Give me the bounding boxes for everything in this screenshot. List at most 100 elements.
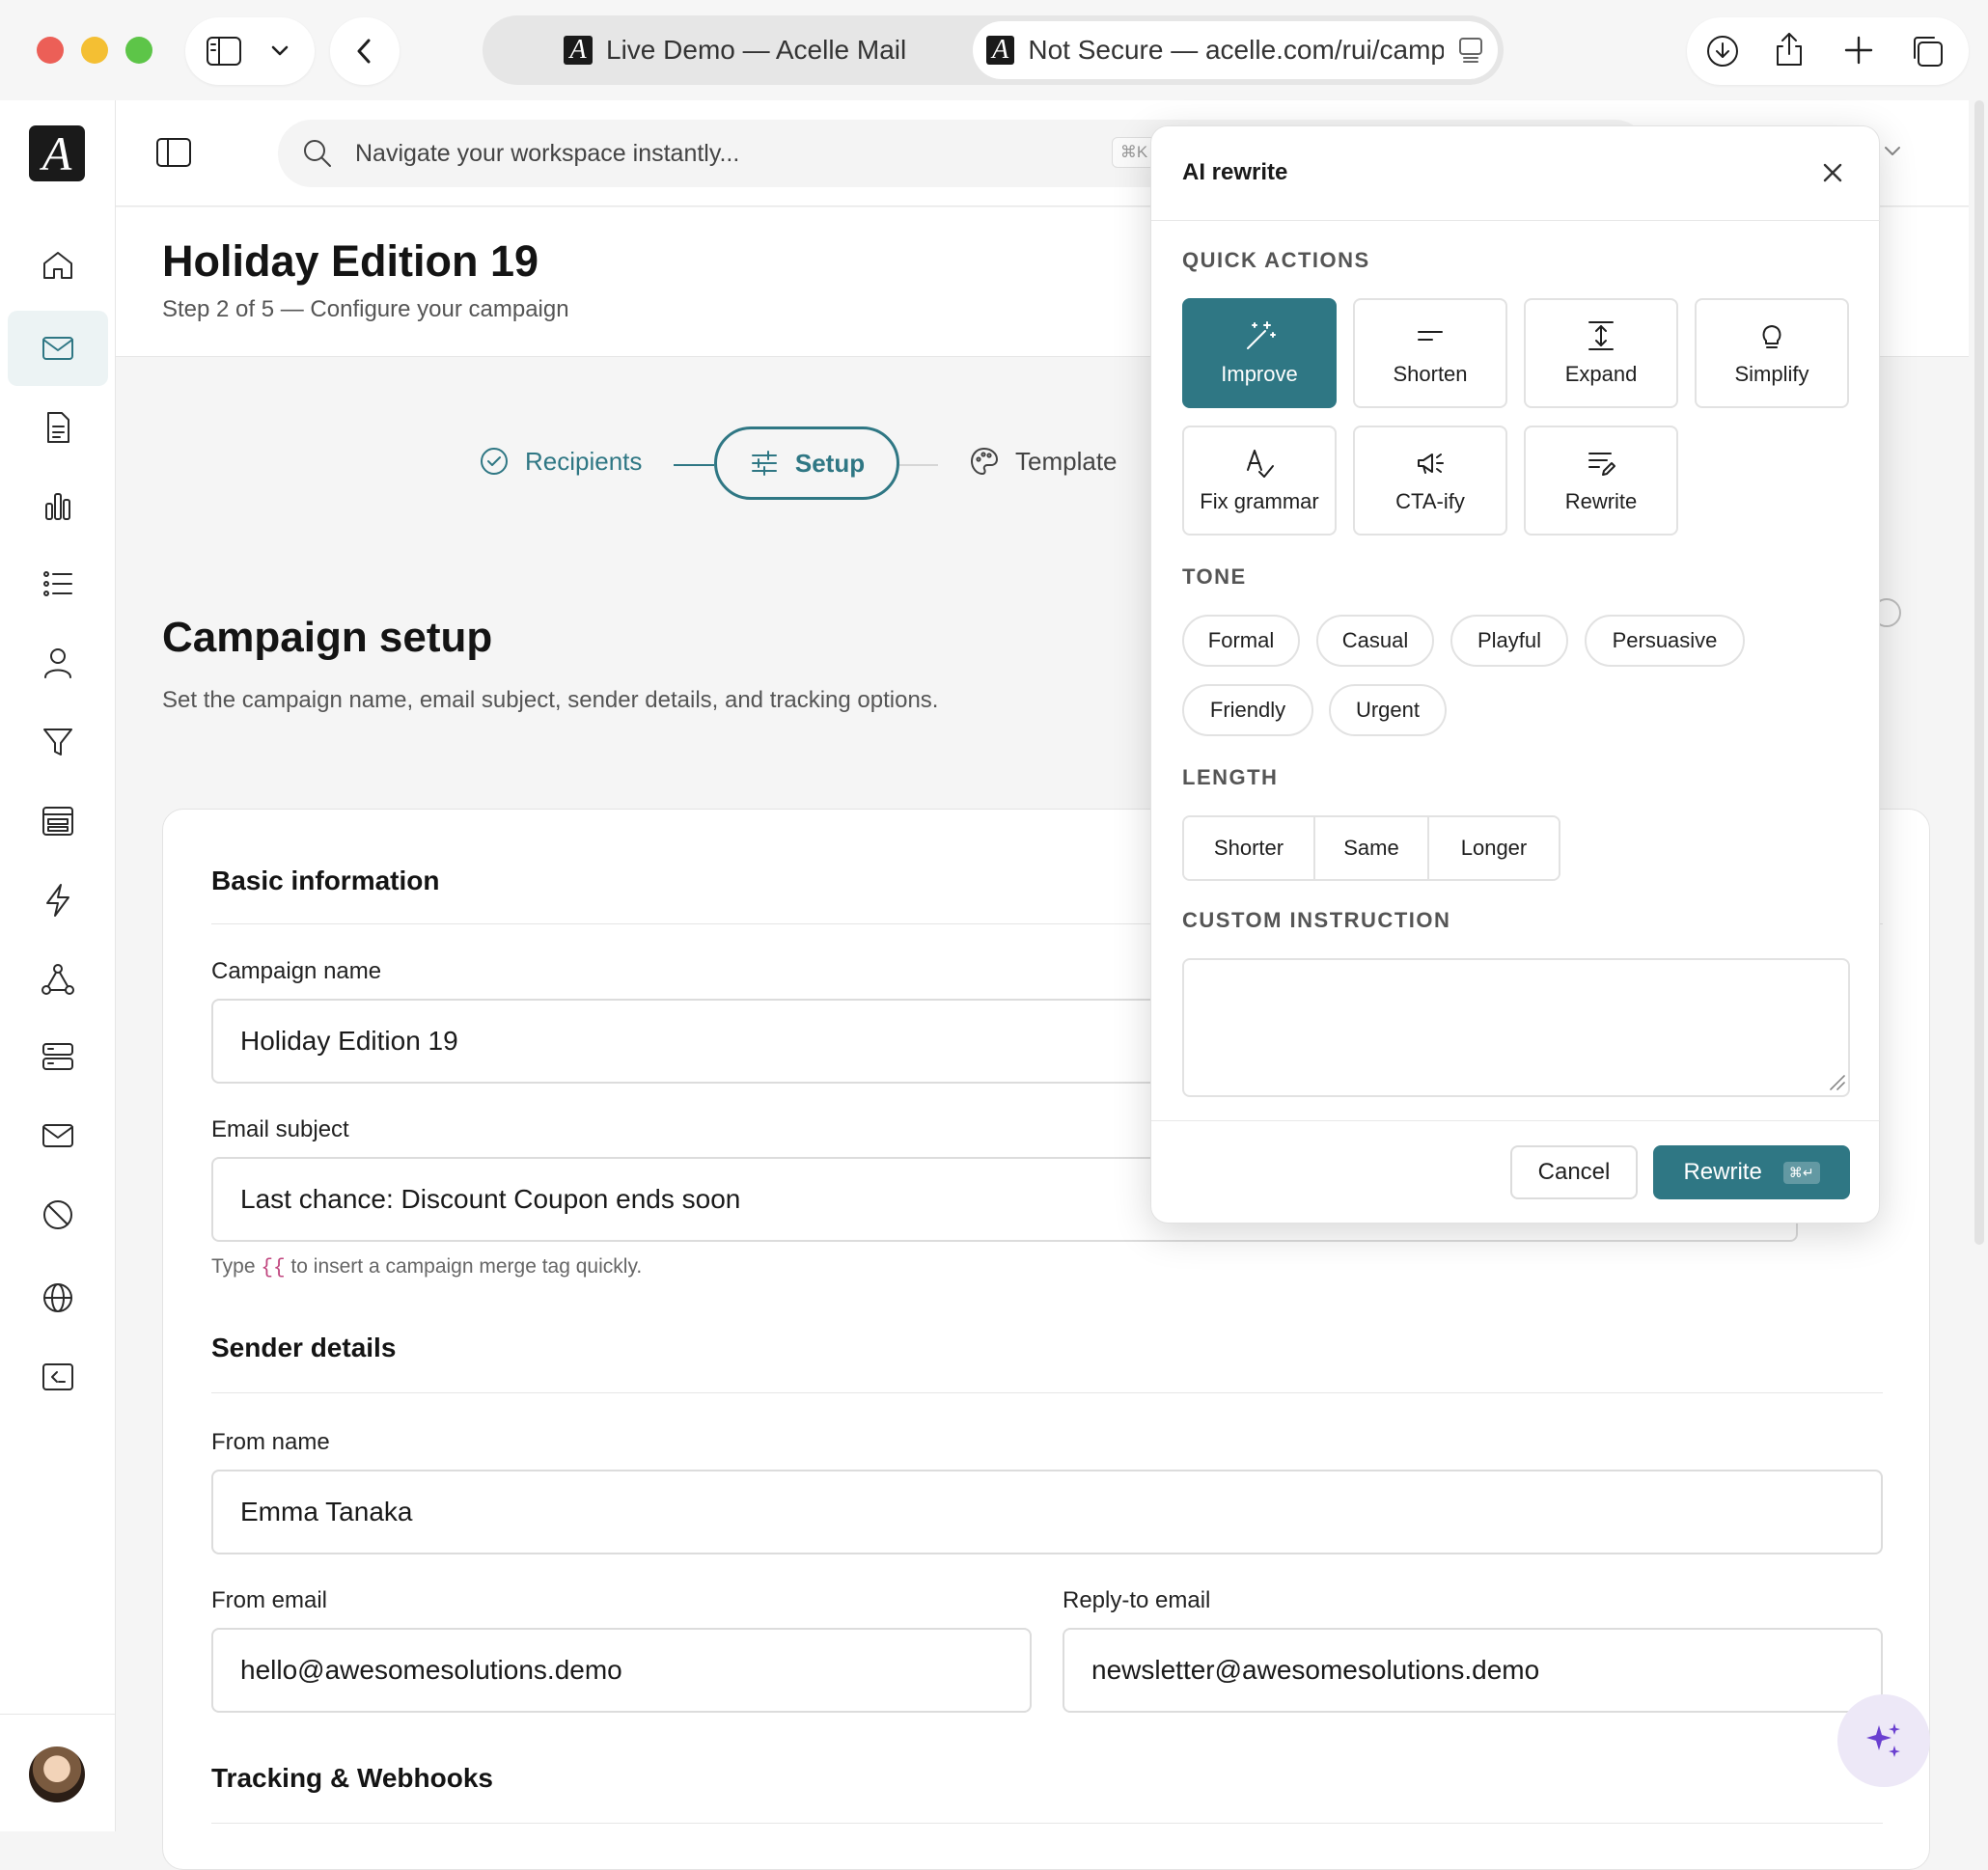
template-icon <box>40 803 76 839</box>
close-button[interactable] <box>1813 153 1852 192</box>
minimize-window-button[interactable] <box>81 37 108 64</box>
hint-text: to insert a campaign merge tag quickly. <box>285 1255 643 1278</box>
acelle-favicon: A <box>986 36 1015 65</box>
sender-details-title: Sender details <box>211 1333 397 1362</box>
simplify-button[interactable]: Simplify <box>1695 298 1849 408</box>
improve-button[interactable]: Improve <box>1182 298 1337 408</box>
envelope-icon <box>40 1117 76 1154</box>
tab-title: Not Secure — acelle.com/rui/campa <box>1028 35 1444 65</box>
sidebar-item-automations[interactable] <box>8 863 108 938</box>
campaign-name-label: Campaign name <box>211 958 382 984</box>
page-title: Holiday Edition 19 <box>162 236 539 286</box>
sidebar-item-lists[interactable] <box>8 546 108 621</box>
back-button[interactable] <box>330 17 400 85</box>
terminal-icon <box>40 1359 76 1395</box>
maximize-window-button[interactable] <box>125 37 152 64</box>
rewrite-action-label: Rewrite <box>1564 489 1638 513</box>
step-recipients[interactable]: Recipients <box>479 446 642 477</box>
expand-button[interactable]: Expand <box>1524 298 1678 408</box>
close-window-button[interactable] <box>37 37 64 64</box>
length-same-button[interactable]: Same <box>1315 817 1429 879</box>
palette-icon <box>969 446 1000 477</box>
network-icon <box>40 961 76 998</box>
expand-label: Expand <box>1564 362 1638 386</box>
list-icon <box>40 565 76 602</box>
merge-tag-hint: Type {{ to insert a campaign merge tag q… <box>211 1255 642 1279</box>
merge-tag: {{ <box>261 1257 286 1279</box>
filter-icon <box>40 724 76 760</box>
download-icon[interactable] <box>1704 33 1741 69</box>
quick-actions-label: QUICK ACTIONS <box>1182 248 1370 272</box>
sidebar-item-templates[interactable] <box>8 784 108 859</box>
sidebar-item-api[interactable] <box>8 1339 108 1415</box>
reader-icon[interactable] <box>1457 36 1484 65</box>
step-setup[interactable]: Setup <box>714 426 899 500</box>
sparkles-icon <box>1863 1719 1905 1762</box>
sidebar-item-email-verification[interactable] <box>8 1098 108 1173</box>
browser-sidebar-icon[interactable] <box>205 35 243 68</box>
sidebar-item-workflows[interactable] <box>8 942 108 1017</box>
bolt-icon <box>40 882 76 919</box>
improve-label: Improve <box>1221 362 1298 386</box>
sidebar-item-subscribers[interactable] <box>8 625 108 701</box>
sidebar-item-sending-servers[interactable] <box>8 1019 108 1094</box>
sidebar-item-reports[interactable] <box>8 469 108 544</box>
sidebar-item-domains[interactable] <box>8 1260 108 1335</box>
from-email-field[interactable]: hello@awesomesolutions.demo <box>211 1628 1032 1713</box>
step-template[interactable]: Template <box>969 446 1118 477</box>
tone-friendly-chip[interactable]: Friendly <box>1182 684 1313 736</box>
tone-playful-chip[interactable]: Playful <box>1450 615 1568 667</box>
length-longer-button[interactable]: Longer <box>1429 817 1559 879</box>
tab-overview-icon[interactable] <box>1909 33 1946 69</box>
avatar[interactable] <box>29 1746 85 1802</box>
hint-text: Type <box>211 1255 262 1278</box>
sidebar-toggle-group[interactable] <box>185 17 315 85</box>
sliders-icon <box>749 448 780 479</box>
cancel-button[interactable]: Cancel <box>1510 1145 1638 1199</box>
sidebar-item-blacklist[interactable] <box>8 1177 108 1252</box>
page-scrollbar[interactable] <box>1974 100 1984 1245</box>
tab-live-demo[interactable]: A Live Demo — Acelle Mail <box>564 15 906 85</box>
server-icon <box>40 1038 76 1075</box>
browser-chrome: A Live Demo — Acelle Mail A Not Secure —… <box>0 0 1988 100</box>
tab-title: Live Demo — Acelle Mail <box>606 35 907 65</box>
length-shorter-button[interactable]: Shorter <box>1184 817 1315 879</box>
custom-instruction-textarea[interactable] <box>1182 958 1850 1097</box>
acelle-logo[interactable]: A <box>29 125 85 181</box>
sidebar-item-home[interactable] <box>8 228 108 303</box>
tone-formal-chip[interactable]: Formal <box>1182 615 1300 667</box>
ai-assistant-button[interactable] <box>1837 1694 1930 1787</box>
tone-persuasive-chip[interactable]: Persuasive <box>1585 615 1745 667</box>
section-title: Campaign setup <box>162 614 493 661</box>
chevron-down-icon[interactable] <box>268 41 291 62</box>
cta-ify-button[interactable]: CTA-ify <box>1353 426 1507 536</box>
tone-urgent-chip[interactable]: Urgent <box>1329 684 1447 736</box>
from-name-label: From name <box>211 1429 330 1455</box>
panel-title: AI rewrite <box>1182 159 1288 185</box>
panel-header: AI rewrite <box>1151 126 1881 221</box>
custom-instruction-label: CUSTOM INSTRUCTION <box>1182 908 1451 932</box>
lightbulb-icon <box>1754 319 1789 352</box>
tab-acelle-campaign[interactable]: A Not Secure — acelle.com/rui/campa <box>973 21 1498 79</box>
tab-bar: A Live Demo — Acelle Mail A Not Secure —… <box>483 15 1504 85</box>
fix-grammar-button[interactable]: Fix grammar <box>1182 426 1337 536</box>
sidebar-item-segments[interactable] <box>8 704 108 780</box>
share-icon[interactable] <box>1772 29 1807 69</box>
resize-handle-icon[interactable] <box>1827 1072 1846 1091</box>
chevron-left-icon <box>349 35 380 68</box>
shorten-button[interactable]: Shorten <box>1353 298 1507 408</box>
sidebar-item-documents[interactable] <box>8 390 108 465</box>
spellcheck-icon <box>1242 447 1277 480</box>
tone-casual-chip[interactable]: Casual <box>1316 615 1434 667</box>
expand-icon <box>1584 319 1618 352</box>
new-tab-icon[interactable] <box>1841 33 1876 68</box>
panel-toggle-icon[interactable] <box>154 135 193 170</box>
search-placeholder: Navigate your workspace instantly... <box>355 139 740 167</box>
rewrite-action-button[interactable]: Rewrite <box>1524 426 1678 536</box>
sidebar-item-campaigns[interactable] <box>8 311 108 386</box>
rewrite-button[interactable]: Rewrite ⌘↵ <box>1653 1145 1850 1199</box>
chevron-down-icon[interactable] <box>1882 141 1903 162</box>
reply-to-field[interactable]: newsletter@awesomesolutions.demo <box>1063 1628 1883 1713</box>
from-name-field[interactable]: Emma Tanaka <box>211 1470 1883 1554</box>
tone-label: TONE <box>1182 564 1247 589</box>
